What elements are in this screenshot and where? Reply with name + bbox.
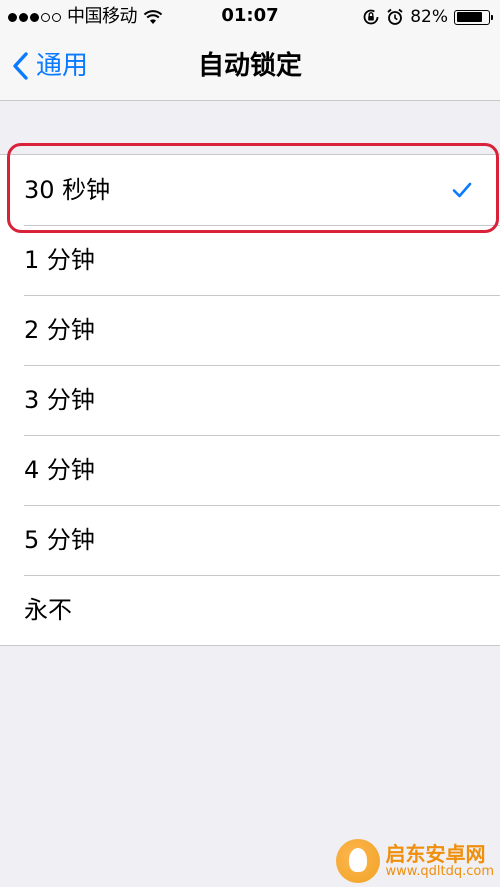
option-label: 30 秒钟 — [24, 176, 111, 204]
option-label: 5 分钟 — [24, 526, 95, 554]
alarm-icon — [387, 8, 403, 25]
watermark-url: www.qdltdq.com — [385, 863, 494, 879]
option-1-minute[interactable]: 1 分钟 — [0, 225, 500, 295]
option-4-minutes[interactable]: 4 分钟 — [0, 435, 500, 505]
option-3-minutes[interactable]: 3 分钟 — [0, 365, 500, 435]
option-label: 1 分钟 — [24, 246, 95, 274]
option-label: 永不 — [24, 596, 72, 624]
checkmark-icon — [452, 182, 472, 198]
status-right: 82% — [362, 6, 493, 28]
auto-lock-options: 30 秒钟 1 分钟 2 分钟 3 分钟 4 分钟 5 分钟 永不 — [0, 154, 500, 646]
option-5-minutes[interactable]: 5 分钟 — [0, 505, 500, 575]
orientation-lock-icon — [363, 9, 379, 25]
watermark-name: 启东安卓网 — [385, 841, 486, 866]
page-title: 自动锁定 — [197, 51, 302, 81]
option-never[interactable]: 永不 — [0, 575, 500, 645]
option-2-minutes[interactable]: 2 分钟 — [0, 295, 500, 365]
battery-percent: 82% — [410, 7, 448, 27]
watermark: 启东安卓网 www.qdltdq.com — [335, 839, 494, 883]
option-label: 4 分钟 — [24, 456, 95, 484]
battery-level — [456, 12, 482, 22]
navigation-bar: 通用 自动锁定 — [0, 34, 500, 101]
option-label: 3 分钟 — [24, 386, 95, 414]
option-30-seconds[interactable]: 30 秒钟 — [0, 155, 500, 225]
option-label: 2 分钟 — [24, 316, 95, 344]
status-bar: 中国移动 01:07 82% — [0, 0, 500, 34]
watermark-logo-icon — [335, 839, 380, 883]
watermark-text: 启东安卓网 www.qdltdq.com — [385, 841, 494, 879]
battery-icon — [454, 9, 493, 25]
